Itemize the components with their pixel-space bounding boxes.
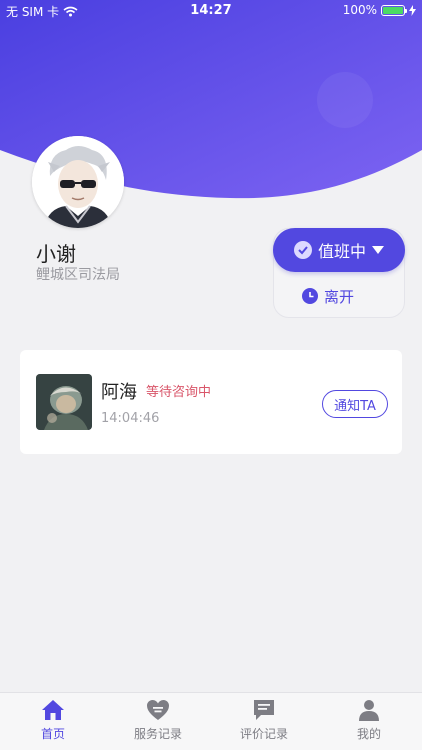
tab-service-records[interactable]: 服务记录 [118, 699, 198, 742]
tab-profile-label: 我的 [356, 727, 381, 741]
duty-status-label: 值班中 [317, 242, 366, 261]
session-status: 等待咨询中 [146, 385, 212, 400]
message-icon [254, 700, 274, 720]
dropdown-arrow-icon [372, 246, 384, 254]
check-circle-icon [293, 241, 312, 259]
session-card[interactable]: 阿海 等待咨询中 14:04:46 通知TA [20, 350, 402, 454]
session-time: 14:04:46 [101, 411, 160, 426]
avatar-illustration [32, 136, 124, 228]
tab-profile[interactable]: 我的 [329, 699, 409, 742]
battery-percent: 100% [342, 3, 377, 17]
tab-service-records-label: 服务记录 [133, 727, 182, 741]
clock-icon [302, 288, 318, 304]
notify-button[interactable]: 通知TA [322, 390, 388, 418]
home-icon [42, 700, 64, 720]
user-avatar[interactable] [32, 136, 124, 228]
leave-label: 离开 [324, 287, 355, 306]
tab-bar: 首页 服务记录 评价记录 我的 [0, 692, 422, 750]
heart-list-icon [147, 700, 169, 720]
user-organization: 鲤城区司法局 [36, 267, 120, 283]
client-name: 阿海 [101, 382, 137, 403]
status-bar: 无 SIM 卡 14:27 100% [0, 0, 422, 22]
client-avatar-image [36, 374, 92, 430]
user-name: 小谢 [36, 242, 76, 266]
charging-icon [409, 4, 416, 16]
tab-reviews[interactable]: 评价记录 [224, 699, 304, 742]
person-icon [359, 700, 379, 721]
tab-home-label: 首页 [40, 727, 65, 741]
tab-home[interactable]: 首页 [13, 699, 93, 742]
leave-option[interactable]: 离开 [302, 284, 354, 308]
battery-icon [381, 4, 407, 16]
client-avatar [36, 374, 92, 430]
tab-reviews-label: 评价记录 [239, 727, 288, 741]
duty-status-dropdown[interactable]: 值班中 [273, 228, 405, 272]
